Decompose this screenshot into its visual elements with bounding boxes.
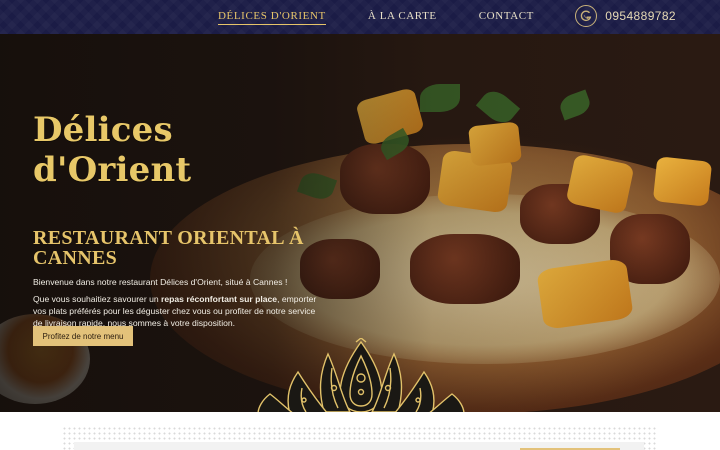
main-nav: DÉLICES D'ORIENT À LA CARTE CONTACT xyxy=(218,0,576,34)
menu-cta-button[interactable]: Profitez de notre menu xyxy=(33,326,133,346)
top-navigation: DÉLICES D'ORIENT À LA CARTE CONTACT 0954… xyxy=(0,0,720,34)
hero-intro: Bienvenue dans notre restaurant Délices … xyxy=(33,277,288,287)
phone-contact[interactable]: 0954889782 xyxy=(575,5,676,27)
brand-title: Délices d'Orient xyxy=(33,110,192,190)
nav-link-menu[interactable]: À LA CARTE xyxy=(368,10,437,24)
desc-text: Que vous souhaitiez savourer un xyxy=(33,294,162,304)
hero-section: Délices d'Orient RESTAURANT ORIENTAL À C… xyxy=(0,34,720,412)
mandala-ornament xyxy=(257,338,465,412)
content-section xyxy=(0,412,720,450)
desc-bold-text: repas réconfortant sur place xyxy=(161,294,278,304)
phone-number[interactable]: 0954889782 xyxy=(605,9,676,23)
phone-icon xyxy=(575,5,598,27)
hero-subtitle: RESTAURANT ORIENTAL À CANNES xyxy=(33,227,304,269)
hero-description: Que vous souhaitiez savourer un repas ré… xyxy=(33,293,323,329)
hero-content: Délices d'Orient RESTAURANT ORIENTAL À C… xyxy=(33,110,333,346)
nav-link-home[interactable]: DÉLICES D'ORIENT xyxy=(218,10,326,25)
nav-link-contact[interactable]: CONTACT xyxy=(479,10,534,24)
